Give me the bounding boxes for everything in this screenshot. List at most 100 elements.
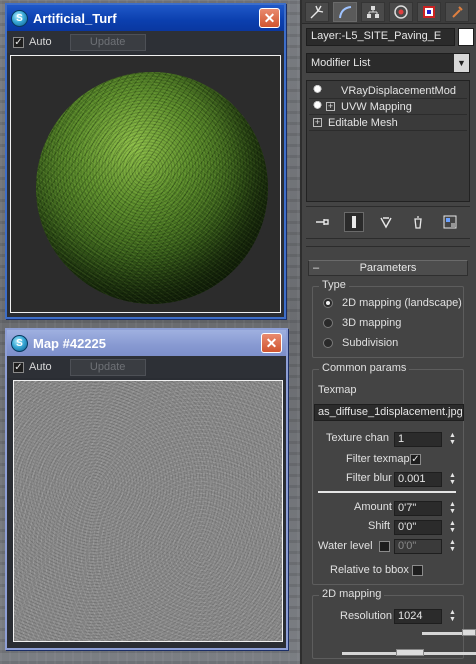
resolution-label: Resolution xyxy=(340,610,392,622)
water-level-checkbox[interactable] xyxy=(379,541,390,552)
type-group: Type 2D mapping (landscape) 3D mapping S… xyxy=(312,279,464,358)
separator-line xyxy=(318,491,456,493)
material-sphere-preview xyxy=(36,72,268,304)
group-label: 2D mapping xyxy=(319,588,385,600)
modifier-list-dropdown[interactable]: Modifier List ▼ xyxy=(306,53,470,73)
object-color-swatch[interactable] xyxy=(458,28,474,46)
material-preview-area xyxy=(10,55,281,313)
auto-checkbox[interactable]: ✓ xyxy=(13,36,24,48)
app-logo-icon: S xyxy=(11,334,28,352)
lightbulb-icon[interactable] xyxy=(313,101,322,112)
texmap-button[interactable]: as_diffuse_1displacement.jpg) xyxy=(314,404,464,421)
map-window-toolbar: ✓ Auto Update xyxy=(7,356,286,378)
radio-2d-mapping[interactable]: 2D mapping (landscape) xyxy=(323,297,462,309)
radio-button[interactable] xyxy=(323,338,333,348)
stack-item-label: Editable Mesh xyxy=(328,116,398,129)
make-unique-icon[interactable] xyxy=(376,212,396,232)
auto-label: Auto xyxy=(29,361,52,373)
stack-item-vraydisplacementmod[interactable]: VRayDisplacementMod xyxy=(309,83,467,99)
rollout-title: Parameters xyxy=(359,262,417,274)
auto-checkbox[interactable]: ✓ xyxy=(13,361,24,373)
group-label: Type xyxy=(319,279,349,291)
update-button[interactable]: Update xyxy=(69,33,146,51)
spinner-arrows-icon[interactable]: ▲ ▼ xyxy=(448,520,457,535)
spinner-arrows-icon[interactable]: ▲ ▼ xyxy=(448,539,457,554)
app-logo-icon: S xyxy=(11,9,28,27)
create-tab-icon[interactable] xyxy=(305,1,329,22)
radio-button[interactable] xyxy=(323,298,333,308)
texmap-label: Texmap xyxy=(318,384,357,396)
close-button[interactable]: ✕ xyxy=(261,333,282,353)
object-name-field[interactable]: Layer:-L5_SITE_Paving_E xyxy=(306,28,455,46)
map-window-titlebar[interactable]: S Map #42225 ✕ xyxy=(7,330,286,356)
radio-button[interactable] xyxy=(323,318,333,328)
material-window-titlebar[interactable]: S Artificial_Turf ✕ xyxy=(7,5,284,31)
configure-modifier-sets-icon[interactable] xyxy=(440,212,460,232)
group-label: Common params xyxy=(319,362,410,374)
filter-blur-label: Filter blur xyxy=(346,472,392,484)
collapse-minus-icon[interactable]: – xyxy=(309,262,323,274)
pin-stack-icon[interactable] xyxy=(312,212,332,232)
filter-blur-field[interactable]: 0.001 xyxy=(394,472,442,487)
show-end-result-icon[interactable] xyxy=(344,212,364,232)
modifier-stack: VRayDisplacementMod + UVW Mapping + Edit… xyxy=(306,80,470,202)
radio-label: Subdivision xyxy=(342,337,399,349)
divider xyxy=(306,206,470,207)
filter-texmap-label: Filter texmap xyxy=(346,453,410,465)
modifier-list-label: Modifier List xyxy=(311,57,371,69)
spinner-arrows-icon[interactable]: ▲ ▼ xyxy=(448,501,457,516)
material-preview-window: S Artificial_Turf ✕ ✓ Auto Update xyxy=(5,3,286,319)
2d-mapping-group: 2D mapping xyxy=(312,588,464,659)
chevron-down-icon[interactable]: ▼ xyxy=(454,54,469,72)
auto-label: Auto xyxy=(29,36,52,48)
parameters-rollout-header[interactable]: – Parameters xyxy=(308,260,468,276)
texture-chan-label: Texture chan xyxy=(326,432,389,444)
relative-to-bbox-checkbox[interactable] xyxy=(412,565,423,576)
shift-label: Shift xyxy=(368,520,391,532)
map-preview-window: S Map #42225 ✕ ✓ Auto Update xyxy=(5,328,288,650)
radio-subdivision[interactable]: Subdivision xyxy=(323,337,398,349)
hierarchy-tab-icon[interactable] xyxy=(361,1,385,22)
map-window-title: Map #42225 xyxy=(33,335,106,351)
lightbulb-icon[interactable] xyxy=(313,85,322,96)
object-name-row: Layer:-L5_SITE_Paving_E xyxy=(306,28,474,46)
texture-chan-field[interactable]: 1 xyxy=(394,432,442,447)
slider-thumb[interactable] xyxy=(396,649,424,656)
water-level-field[interactable]: 0'0" xyxy=(394,539,442,554)
slider-thumb[interactable] xyxy=(462,629,476,636)
amount-label: Amount xyxy=(354,501,392,513)
displacement-map-preview xyxy=(13,380,283,642)
material-window-toolbar: ✓ Auto Update xyxy=(7,31,284,53)
modify-tab-icon[interactable] xyxy=(333,1,357,22)
motion-tab-icon[interactable] xyxy=(389,1,413,22)
divider xyxy=(306,246,470,247)
radio-3d-mapping[interactable]: 3D mapping xyxy=(323,317,401,329)
close-button[interactable]: ✕ xyxy=(259,8,280,28)
display-tab-icon[interactable] xyxy=(417,1,441,22)
stack-item-editable-mesh[interactable]: + Editable Mesh xyxy=(309,115,467,131)
shift-field[interactable]: 0'0" xyxy=(394,520,442,535)
stack-item-label: UVW Mapping xyxy=(341,100,412,113)
stack-item-label: VRayDisplacementMod xyxy=(341,84,456,97)
spinner-arrows-icon[interactable]: ▲ ▼ xyxy=(448,609,457,624)
divider xyxy=(306,238,470,239)
command-panel-tabs xyxy=(302,0,476,24)
material-window-title: Artificial_Turf xyxy=(33,10,117,26)
stack-item-uvw-mapping[interactable]: + UVW Mapping xyxy=(309,99,467,115)
water-level-label: Water level xyxy=(318,540,373,552)
relative-to-bbox-label: Relative to bbox xyxy=(330,564,409,576)
utilities-tab-icon[interactable] xyxy=(445,1,469,22)
radio-label: 2D mapping (landscape) xyxy=(342,297,462,309)
update-button[interactable]: Update xyxy=(69,358,146,376)
remove-modifier-icon[interactable] xyxy=(408,212,428,232)
command-panel: Layer:-L5_SITE_Paving_E Modifier List ▼ … xyxy=(300,0,476,664)
stack-tools xyxy=(306,210,470,234)
expand-plus-icon[interactable]: + xyxy=(326,102,335,111)
amount-field[interactable]: 0'7" xyxy=(394,501,442,516)
radio-label: 3D mapping xyxy=(342,317,402,329)
spinner-arrows-icon[interactable]: ▲ ▼ xyxy=(448,432,457,447)
resolution-field[interactable]: 1024 xyxy=(394,609,442,624)
filter-texmap-checkbox[interactable]: ✓ xyxy=(410,454,421,465)
expand-plus-icon[interactable]: + xyxy=(313,118,322,127)
spinner-arrows-icon[interactable]: ▲ ▼ xyxy=(448,472,457,487)
